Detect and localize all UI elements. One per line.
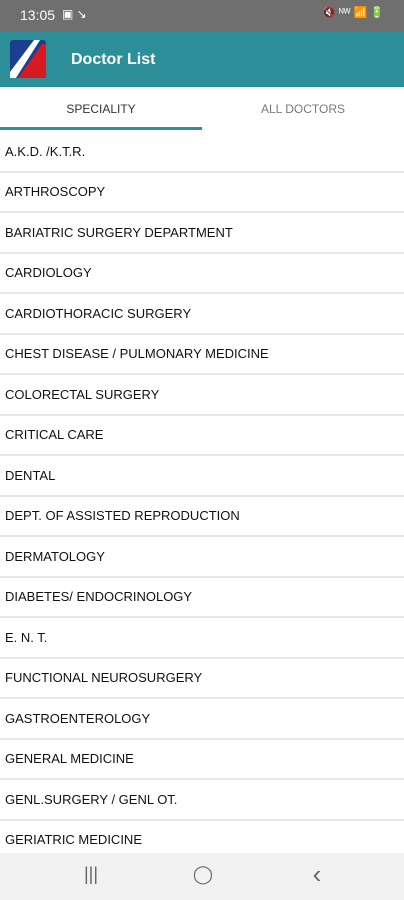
list-item[interactable]: COLORECTAL SURGERY [0,375,404,416]
status-bar: 13:05 ▣ ↘ 🔇 ᴺᵂ 📶 🔋 [0,0,404,32]
recents-icon[interactable]: ||| [76,864,106,890]
speciality-list: A.K.D. /K.T.R. ARTHROSCOPY BARIATRIC SUR… [0,132,404,861]
back-icon[interactable]: ‹ [302,859,332,889]
list-item[interactable]: DERMATOLOGY [0,537,404,578]
status-notification-icons: ▣ ↘ [62,7,87,21]
status-time: 13:05 [20,7,56,23]
list-item[interactable]: GENL.SURGERY / GENL OT. [0,780,404,821]
page-title: Doctor List [71,51,156,68]
list-item[interactable]: FUNCTIONAL NEUROSURGERY [0,659,404,699]
list-item[interactable]: GENERAL MEDICINE [0,740,404,780]
list-item[interactable]: DENTAL [0,456,404,497]
tab-all-doctors[interactable]: ALL DOCTORS [202,87,404,133]
list-item[interactable]: CARDIOLOGY [0,254,404,294]
list-item[interactable]: E. N. T. [0,618,404,659]
list-item[interactable]: BARIATRIC SURGERY DEPARTMENT [0,213,404,254]
list-item[interactable]: CARDIOTHORACIC SURGERY [0,294,404,335]
list-item[interactable]: DIABETES/ ENDOCRINOLOGY [0,578,404,618]
list-item[interactable]: CRITICAL CARE [0,416,404,456]
home-icon[interactable]: ◯ [188,864,218,890]
list-item[interactable]: A.K.D. /K.T.R. [0,132,404,173]
list-item[interactable]: CHEST DISEASE / PULMONARY MEDICINE [0,335,404,375]
system-nav-bar: ||| ◯ ‹ [0,853,404,900]
app-bar: Doctor List [0,32,404,87]
app-logo-icon [10,40,46,78]
tab-indicator [0,127,202,130]
list-item[interactable]: DEPT. OF ASSISTED REPRODUCTION [0,497,404,537]
list-item[interactable]: GASTROENTEROLOGY [0,699,404,740]
status-system-icons: 🔇 ᴺᵂ 📶 🔋 [322,7,384,19]
list-item[interactable]: ARTHROSCOPY [0,173,404,213]
